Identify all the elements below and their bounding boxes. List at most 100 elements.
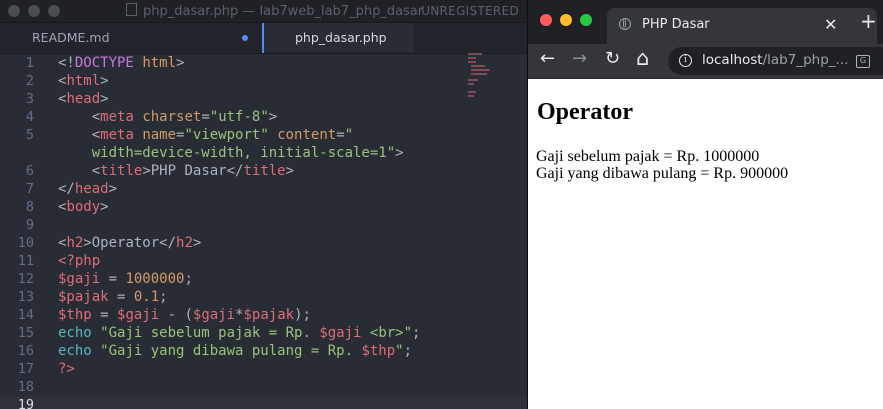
- browser-close-button[interactable]: [540, 14, 552, 26]
- editor-zoom-button[interactable]: [48, 5, 60, 17]
- code-text[interactable]: <body>: [58, 198, 109, 216]
- url-text[interactable]: localhost/lab7_php_...: [702, 52, 848, 68]
- code-text[interactable]: $thp = $gaji - ($gaji*$pajak);: [58, 306, 311, 324]
- browser-tab[interactable]: PHP Dasar ✕: [607, 8, 877, 44]
- code-line[interactable]: 1 <!DOCTYPE html>: [0, 54, 527, 72]
- code-line[interactable]: 5 <meta name="viewport" content=": [0, 126, 527, 144]
- code-token: $pajak: [243, 307, 295, 323]
- code-token: "Gaji sebelum pajak = Rp.: [100, 325, 320, 341]
- code-token: DOCTYPE: [74, 55, 134, 71]
- code-token: =: [91, 307, 118, 323]
- code-text[interactable]: </head>: [58, 180, 117, 198]
- minimap[interactable]: [468, 53, 490, 103]
- browser-window: PHP Dasar ✕ + ← → ↻ ⌂ i localhost/lab7_p…: [528, 0, 883, 409]
- code-line[interactable]: 10 <h2>Operator</h2>: [0, 234, 527, 252]
- code-text[interactable]: ?>: [58, 360, 75, 378]
- tab-php-dasar[interactable]: php_dasar.php: [262, 23, 414, 53]
- code-token: name: [142, 127, 177, 143]
- code-token: 0.1: [133, 289, 160, 305]
- code-line[interactable]: 17 ?>: [0, 360, 527, 378]
- translate-icon[interactable]: G: [856, 55, 870, 68]
- code-line[interactable]: 16 echo "Gaji yang dibawa pulang = Rp. $t…: [0, 342, 527, 360]
- tab-readme[interactable]: README.md: [0, 23, 262, 53]
- code-line[interactable]: 2 <html>: [0, 72, 527, 90]
- code-area[interactable]: 1 <!DOCTYPE html> 2 <html> 3 <head> 4 <meta ch…: [0, 53, 527, 409]
- forward-icon[interactable]: →: [572, 48, 587, 69]
- code-line[interactable]: 13 $pajak = 0.1;: [0, 288, 527, 306]
- unsaved-dot-icon[interactable]: [242, 35, 248, 41]
- code-text[interactable]: width=device-width, initial-scale=1">: [58, 144, 404, 162]
- line-number: 15: [17, 325, 34, 341]
- code-line[interactable]: 9: [0, 216, 527, 234]
- code-text[interactable]: <html>: [58, 72, 109, 90]
- code-line[interactable]: 12 $gaji = 1000000;: [0, 270, 527, 288]
- code-token: <: [58, 127, 101, 143]
- code-text[interactable]: <meta name="viewport" content=": [58, 126, 353, 144]
- code-text[interactable]: $pajak = 0.1;: [58, 288, 168, 306]
- code-line[interactable]: 14 $thp = $gaji - ($gaji*$pajak);: [0, 306, 527, 324]
- code-token: $thp: [361, 343, 396, 359]
- code-text[interactable]: echo "Gaji sebelum pajak = Rp. $gaji <br…: [58, 324, 420, 342]
- line-number: 7: [25, 181, 34, 197]
- code-line[interactable]: 3 <head>: [0, 90, 527, 108]
- code-line[interactable]: 18: [0, 378, 527, 396]
- line-number: 8: [25, 199, 34, 215]
- code-line[interactable]: 15 echo "Gaji sebelum pajak = Rp. $gaji <…: [0, 324, 527, 342]
- code-text[interactable]: <?php: [58, 252, 100, 270]
- code-line[interactable]: 19: [0, 396, 527, 409]
- code-text[interactable]: $gaji = 1000000;: [58, 270, 193, 288]
- editor-close-button[interactable]: [8, 5, 20, 17]
- back-icon[interactable]: ←: [540, 48, 555, 69]
- code-text[interactable]: echo "Gaji yang dibawa pulang = Rp. $thp…: [58, 342, 412, 360]
- code-token: ?>: [58, 361, 75, 377]
- output-line-net: Gaji yang dibawa pulang = Rp. 900000: [536, 165, 789, 182]
- browser-tab-title: PHP Dasar: [642, 17, 710, 32]
- code-token: $thp: [58, 307, 92, 323]
- code-token: h2: [66, 235, 84, 251]
- browser-minimize-button[interactable]: [560, 14, 572, 26]
- code-text[interactable]: <head>: [58, 90, 109, 108]
- code-line[interactable]: 8 <body>: [0, 198, 527, 216]
- code-token: >: [285, 163, 295, 179]
- code-token: ;: [184, 271, 193, 287]
- code-text[interactable]: <title>PHP Dasar</title>: [58, 162, 294, 180]
- code-token: $gaji: [319, 325, 362, 341]
- info-icon[interactable]: i: [679, 54, 692, 67]
- home-icon[interactable]: ⌂: [636, 46, 649, 70]
- code-text[interactable]: <meta charset="utf-8">: [58, 108, 278, 126]
- code-token: >: [100, 91, 109, 107]
- code-line[interactable]: 6 <title>PHP Dasar</title>: [0, 162, 527, 180]
- url-host: localhost: [702, 52, 763, 68]
- code-token: );: [294, 307, 311, 323]
- code-token: "Gaji yang dibawa pulang = Rp.: [100, 343, 362, 359]
- browser-zoom-button[interactable]: [580, 14, 592, 26]
- new-tab-icon[interactable]: +: [860, 9, 877, 33]
- code-line[interactable]: 7 </head>: [0, 180, 527, 198]
- code-text[interactable]: <!DOCTYPE html>: [58, 54, 184, 72]
- code-line[interactable]: 4 <meta charset="utf-8">: [0, 108, 527, 126]
- code-token: ": [344, 127, 354, 143]
- code-line[interactable]: 11 <?php: [0, 252, 527, 270]
- page-heading: Operator: [537, 99, 633, 125]
- line-number: 17: [17, 361, 34, 377]
- address-bar[interactable]: i localhost/lab7_php_...: [668, 47, 883, 75]
- code-text[interactable]: <h2>Operator</h2>: [58, 234, 201, 252]
- code-token: =: [201, 109, 210, 125]
- code-token: <?php: [58, 253, 101, 269]
- reload-icon[interactable]: ↻: [605, 48, 620, 69]
- browser-tab-strip: PHP Dasar ✕ +: [528, 0, 883, 44]
- code-token: 1000000: [125, 271, 185, 287]
- line-number: 19: [17, 397, 34, 409]
- code-token: =: [100, 271, 126, 287]
- editor-tab-bar: README.md php_dasar.php: [0, 23, 527, 54]
- code-token: body: [66, 199, 101, 215]
- code-token: >Operator</: [83, 235, 177, 251]
- code-line[interactable]: width=device-width, initial-scale=1">: [0, 144, 527, 162]
- editor-minimize-button[interactable]: [28, 5, 40, 17]
- license-status: UNREGISTERED: [421, 4, 519, 18]
- code-token: </: [58, 181, 75, 197]
- browser-toolbar: ← → ↻ ⌂ i localhost/lab7_php_... G: [528, 44, 883, 79]
- close-tab-icon[interactable]: ✕: [824, 15, 837, 34]
